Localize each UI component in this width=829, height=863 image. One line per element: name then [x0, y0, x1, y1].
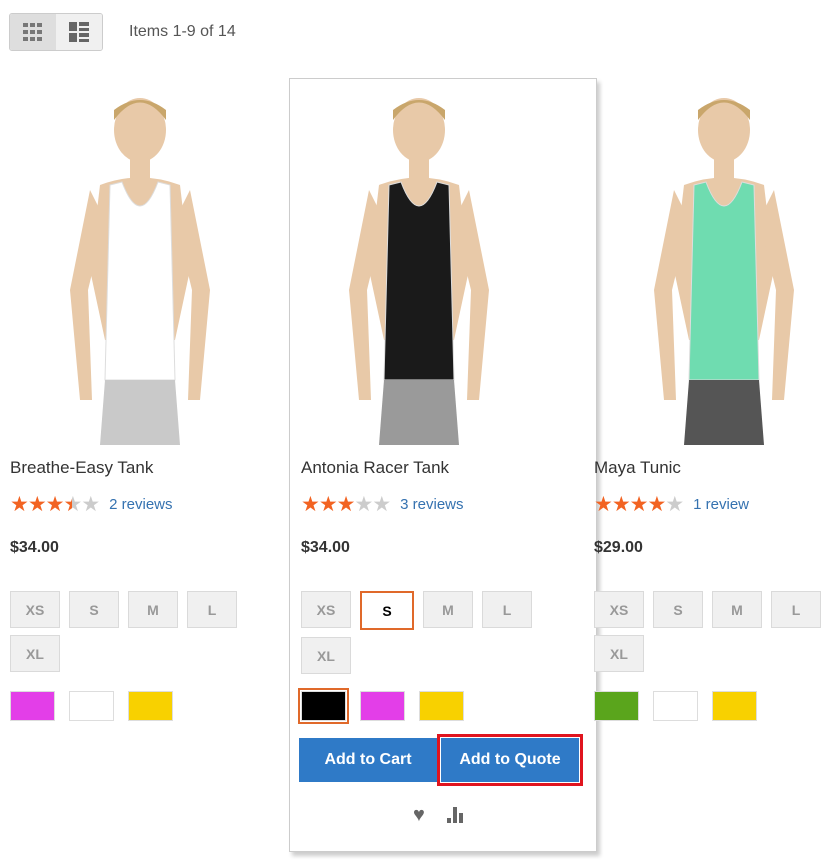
- add-to-cart-button[interactable]: Add to Cart: [299, 738, 437, 782]
- star-icon: ★: [81, 493, 100, 516]
- color-swatch[interactable]: [712, 691, 757, 721]
- size-option-m[interactable]: M: [128, 591, 178, 628]
- size-options: XS S M L XL: [10, 591, 260, 672]
- size-option-l[interactable]: L: [187, 591, 237, 628]
- product-price: $29.00: [594, 539, 643, 556]
- star-icon: ★: [594, 493, 613, 516]
- product-image[interactable]: [10, 90, 270, 445]
- star-icon: ★: [611, 493, 631, 516]
- color-options: [594, 691, 757, 721]
- star-icon: ★: [45, 493, 65, 516]
- size-option-xl[interactable]: XL: [10, 635, 60, 672]
- color-swatch[interactable]: [594, 691, 639, 721]
- product-image[interactable]: [594, 90, 829, 445]
- product-rating: ★★★★★ 1 review: [594, 492, 749, 517]
- product-price: $34.00: [10, 539, 59, 556]
- compare-chart-icon[interactable]: [445, 804, 467, 824]
- color-swatch[interactable]: [69, 691, 114, 721]
- size-option-xl[interactable]: XL: [594, 635, 644, 672]
- grid-icon: [23, 23, 42, 41]
- size-option-m[interactable]: M: [712, 591, 762, 628]
- product-name[interactable]: Maya Tunic: [594, 458, 681, 478]
- size-options: XS S M L XL: [594, 591, 829, 672]
- size-option-s[interactable]: S: [653, 591, 703, 628]
- color-swatch[interactable]: [653, 691, 698, 721]
- wishlist-heart-icon[interactable]: ♥: [413, 804, 425, 827]
- star-icon: ★: [647, 493, 666, 516]
- toolbar-amount: Items 1-9 of 14: [129, 23, 236, 40]
- star-icon: ★: [10, 493, 29, 516]
- size-option-xs[interactable]: XS: [10, 591, 60, 628]
- reviews-link[interactable]: 1 review: [693, 496, 749, 513]
- size-option-xs[interactable]: XS: [594, 591, 644, 628]
- rating-stars: ★★★★★: [594, 492, 684, 517]
- product-actions: Add to Cart Add to Quote: [299, 734, 583, 786]
- star-icon: ★: [629, 493, 649, 516]
- color-swatch[interactable]: [10, 691, 55, 721]
- reviews-link[interactable]: 2 reviews: [109, 496, 172, 513]
- color-options: [10, 691, 173, 721]
- toolbar: Items 1-9 of 14: [9, 13, 236, 51]
- view-mode-switcher: [9, 13, 103, 51]
- product-name[interactable]: Breathe-Easy Tank: [10, 458, 153, 478]
- star-half-icon: ★: [63, 493, 82, 516]
- size-option-s[interactable]: S: [69, 591, 119, 628]
- grid-view-button[interactable]: [10, 14, 56, 50]
- color-swatch[interactable]: [128, 691, 173, 721]
- rating-stars: ★★★★★: [10, 492, 100, 517]
- star-icon: ★: [665, 493, 684, 516]
- secondary-actions: ♥: [413, 804, 467, 827]
- list-view-button[interactable]: [56, 14, 102, 50]
- size-option-l[interactable]: L: [771, 591, 821, 628]
- list-icon: [69, 22, 89, 42]
- product-rating: ★★★★★ 2 reviews: [10, 492, 173, 517]
- add-to-quote-button[interactable]: Add to Quote: [437, 734, 583, 786]
- product-actions-area: Add to Cart Add to Quote ♥: [289, 78, 595, 850]
- star-icon: ★: [27, 493, 47, 516]
